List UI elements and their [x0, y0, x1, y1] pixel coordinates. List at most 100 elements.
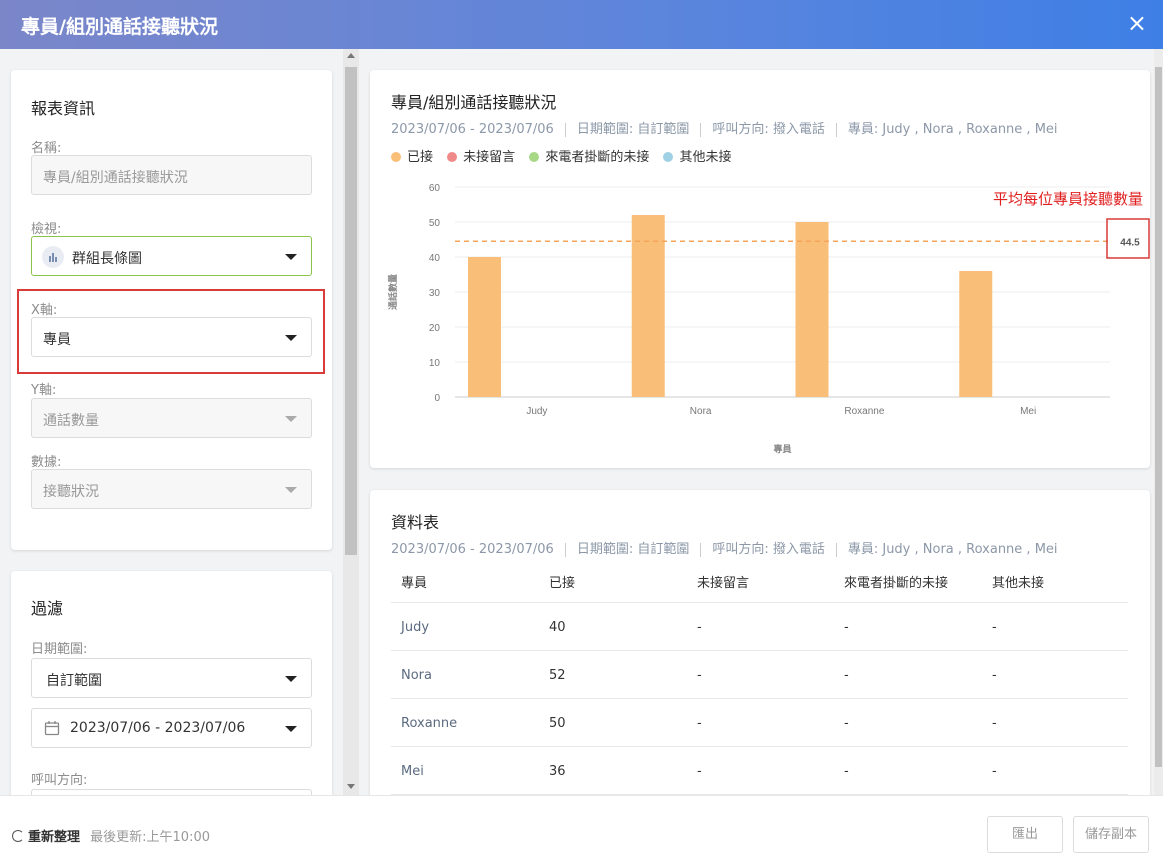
y-axis-select[interactable]: 通話數量 [31, 398, 312, 438]
x-tick-label: Nora [690, 406, 712, 417]
column-header[interactable]: 已接 [549, 572, 575, 591]
table-cell: Mei [401, 764, 424, 779]
date-range-label: 日期範圍: [31, 642, 88, 657]
report-info-title: 報表資訊 [31, 99, 96, 118]
refresh-button[interactable]: 重新整理 最後更新:上午10:00 [12, 826, 210, 845]
y-tick-label: 0 [434, 393, 440, 404]
table-cell: Nora [401, 668, 432, 683]
table-row: Nora 52 - - - [391, 651, 1128, 699]
name-label: 名稱: [31, 141, 62, 156]
chevron-down-icon [285, 254, 297, 260]
table-cell: - [697, 716, 702, 731]
table-cell: - [697, 620, 702, 635]
y-tick-label: 60 [429, 183, 441, 194]
bar [468, 257, 501, 397]
table-cell: 36 [549, 764, 566, 779]
table-cell: - [844, 764, 849, 779]
meta-agents: 專員: Judy , Nora , Roxanne , Mei [847, 542, 1058, 557]
date-range-select[interactable]: 自訂範圍 [31, 658, 312, 698]
chevron-down-icon [285, 487, 297, 493]
table-cell: - [992, 764, 997, 779]
table-cell: Judy [401, 620, 430, 635]
footer-bar: 重新整理 最後更新:上午10:00 匯出 儲存副本 [0, 795, 1163, 865]
table-cell: - [697, 668, 702, 683]
view-label: 檢視: [31, 222, 62, 237]
column-header[interactable]: 來電者掛斷的未接 [844, 572, 948, 591]
chevron-down-icon [285, 676, 297, 682]
export-button[interactable]: 匯出 [987, 816, 1063, 853]
y-axis-title: 通話數量 [387, 274, 399, 310]
right-scrollbar-thumb[interactable] [1155, 67, 1162, 767]
view-select[interactable]: 群組長條圖 [31, 236, 312, 276]
x-tick-label: Mei [1020, 406, 1036, 417]
table-card: 資料表 2023/07/06 - 2023/07/06 日期範圍: 自訂範圍 呼叫方… [370, 490, 1150, 795]
report-content: 專員/組別通話接聽狀況 2023/07/06 - 2023/07/06 日期範圍:… [359, 49, 1154, 795]
refresh-label: 重新整理 [28, 830, 81, 845]
date-range-value: 自訂範圍 [46, 673, 102, 689]
x-axis-highlight-box [17, 289, 325, 374]
x-axis-title: 專員 [773, 443, 791, 455]
y-tick-label: 10 [429, 358, 441, 369]
chart-card: 專員/組別通話接聽狀況 2023/07/06 - 2023/07/06 日期範圍:… [370, 70, 1150, 468]
table-row: Roxanne 50 - - - [391, 699, 1128, 747]
direction-label: 呼叫方向: [31, 773, 88, 788]
y-tick-label: 50 [429, 218, 441, 229]
scroll-up-icon[interactable] [347, 53, 355, 58]
window-title: 專員/組別通話接聽狀況 [21, 16, 218, 38]
name-value: 專員/組別通話接聽狀況 [43, 170, 188, 186]
x-tick-label: Roxanne [844, 406, 884, 417]
bar-chart-icon [42, 246, 64, 268]
table-cell: Roxanne [401, 716, 458, 731]
bar [959, 271, 993, 397]
column-header[interactable]: 專員 [401, 572, 427, 591]
x-tick-label: Judy [526, 406, 547, 417]
chevron-down-icon [285, 726, 297, 732]
left-scrollbar-thumb[interactable] [345, 67, 357, 555]
table-meta: 2023/07/06 - 2023/07/06 日期範圍: 自訂範圍 呼叫方向: 撥… [391, 538, 1058, 557]
table-cell: 50 [549, 716, 566, 731]
y-tick-label: 20 [429, 323, 441, 334]
bar-chart: 0 10 20 30 40 50 60 Judy Nora Roxanne Mei 44.5 平均每位專… [387, 183, 1150, 455]
date-value: 2023/07/06 - 2023/07/06 [70, 720, 246, 736]
column-header[interactable]: 未接留言 [697, 572, 749, 591]
table-row: Mei 36 - - - [391, 747, 1128, 795]
y-axis-value: 通話數量 [43, 413, 99, 429]
table-row: Judy 40 - - - [391, 603, 1128, 651]
filter-title: 過濾 [31, 599, 64, 618]
table-cell: - [844, 620, 849, 635]
meta-range: 日期範圍: 自訂範圍 [576, 542, 690, 557]
calendar-icon [44, 720, 60, 740]
y-tick-label: 40 [429, 253, 441, 264]
date-picker[interactable]: 2023/07/06 - 2023/07/06 [31, 708, 312, 748]
column-header[interactable]: 其他未接 [992, 572, 1044, 591]
table-cell: 52 [549, 668, 566, 683]
y-tick-label: 30 [429, 288, 441, 299]
close-icon[interactable]: × [1127, 9, 1147, 37]
left-scrollbar[interactable] [343, 49, 359, 795]
average-value-label: 44.5 [1120, 237, 1140, 248]
table-cell: - [992, 668, 997, 683]
view-value: 群組長條圖 [72, 251, 142, 267]
settings-panel: 報表資訊 名稱: 專員/組別通話接聽狀況 檢視: 群組長條圖 X軸: 專員 Y軸… [0, 49, 343, 795]
scroll-down-icon[interactable] [347, 784, 355, 789]
window-header: 專員/組別通話接聽狀況 × [0, 0, 1163, 49]
data-value: 接聽狀況 [43, 484, 99, 500]
table-cell: - [992, 716, 997, 731]
table-cell: 40 [549, 620, 566, 635]
save-copy-button[interactable]: 儲存副本 [1073, 816, 1149, 853]
filter-card: 過濾 日期範圍: 自訂範圍 2023/07/06 - 2023/07/06 呼叫… [11, 571, 332, 795]
table-title: 資料表 [391, 513, 440, 532]
right-scrollbar[interactable] [1154, 49, 1163, 795]
y-axis-label: Y軸: [31, 383, 57, 398]
name-field[interactable]: 專員/組別通話接聽狀況 [31, 155, 312, 195]
average-annotation: 平均每位專員接聽數量 [993, 190, 1143, 208]
table-cell: - [992, 620, 997, 635]
table-cell: - [844, 716, 849, 731]
data-select[interactable]: 接聽狀況 [31, 469, 312, 509]
refresh-icon [12, 830, 24, 842]
table-header: 專員 已接 未接留言 來電者掛斷的未接 其他未接 [391, 564, 1128, 603]
chevron-down-icon [285, 416, 297, 422]
last-update: 最後更新:上午10:00 [90, 830, 211, 845]
data-table: 專員 已接 未接留言 來電者掛斷的未接 其他未接 Judy 40 - - - N… [391, 564, 1128, 795]
data-label: 數據: [31, 455, 62, 470]
